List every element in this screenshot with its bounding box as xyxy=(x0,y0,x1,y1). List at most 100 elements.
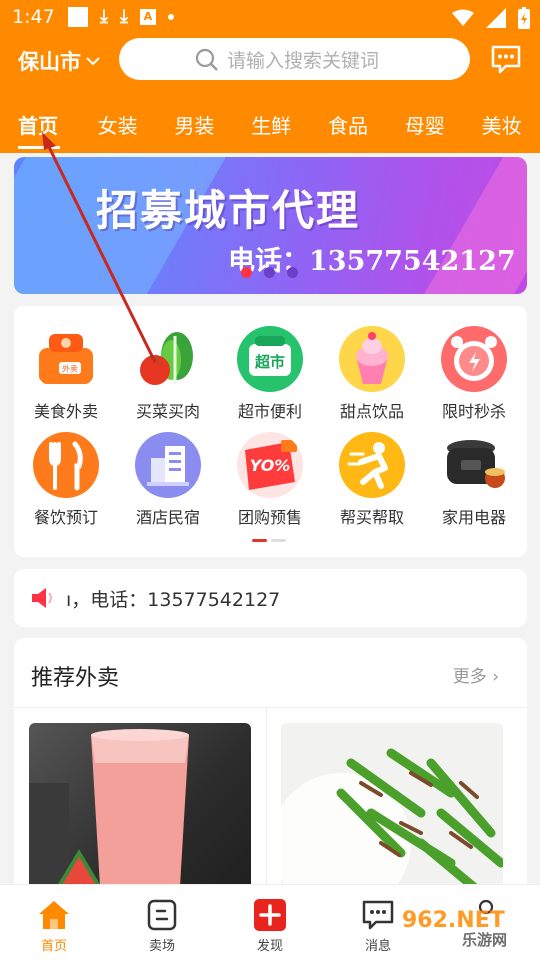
category-food-delivery[interactable]: 外卖 美食外卖 xyxy=(16,326,116,422)
takeout-box-icon: 外卖 xyxy=(33,326,99,392)
notification-square-icon xyxy=(68,7,88,27)
stir-fried-pepper-pork-image xyxy=(281,748,503,898)
nav-label: 卖场 xyxy=(148,939,175,954)
nav-home[interactable]: 首页 xyxy=(24,899,84,954)
status-icons-right xyxy=(452,7,530,29)
store-icon xyxy=(145,899,179,931)
tab-mother-baby[interactable]: 母婴 xyxy=(386,110,463,142)
plus-icon xyxy=(253,899,287,931)
category-hotel[interactable]: 酒店民宿 xyxy=(118,432,218,528)
category-label: 买菜买肉 xyxy=(135,402,200,421)
chevron-down-icon xyxy=(86,57,100,66)
notice-text: ı，电话：13577542127 xyxy=(66,588,281,611)
category-errands[interactable]: 帮买帮取 xyxy=(322,432,422,528)
notice-bar[interactable]: ı，电话：13577542127 xyxy=(14,569,527,627)
search-input[interactable]: 请输入搜索关键词 xyxy=(119,38,470,80)
category-label: 团购预售 xyxy=(237,508,302,527)
app-a-icon: A xyxy=(139,9,156,25)
banner-dot[interactable] xyxy=(264,267,275,278)
category-label: 家用电器 xyxy=(441,508,506,527)
group-buy-badge: YO% xyxy=(249,456,291,475)
status-icons-left: ⤓ ⤓ A xyxy=(68,7,174,27)
food-card-image[interactable] xyxy=(281,723,503,898)
category-desserts[interactable]: 甜点饮品 xyxy=(322,326,422,422)
rice-cooker-icon xyxy=(441,432,507,498)
section-title: 推荐外卖 xyxy=(31,666,120,691)
chevron-right-icon: › xyxy=(492,667,499,687)
wifi-icon xyxy=(452,9,474,26)
nav-store[interactable]: 卖场 xyxy=(132,899,192,954)
home-icon xyxy=(37,899,71,931)
city-selector[interactable]: 保山市 xyxy=(18,46,101,76)
watermark-logo: 962.NET 乐游网 xyxy=(402,908,507,950)
message-icon xyxy=(361,899,395,931)
nav-label: 首页 xyxy=(40,939,67,954)
category-label: 帮买帮取 xyxy=(339,508,404,527)
tab-fresh[interactable]: 生鲜 xyxy=(233,110,310,142)
category-pagination xyxy=(252,539,286,542)
download-icon-2: ⤓ xyxy=(119,6,128,27)
category-supermarket[interactable]: 超市 超市便利 xyxy=(220,326,320,422)
nav-label: 消息 xyxy=(364,939,391,954)
banner-dot[interactable] xyxy=(287,267,298,278)
divider xyxy=(266,708,267,898)
dessert-icon xyxy=(339,326,405,392)
category-label: 酒店民宿 xyxy=(135,508,200,527)
banner-dot[interactable] xyxy=(241,267,252,278)
search-icon xyxy=(195,48,218,71)
category-appliances[interactable]: 家用电器 xyxy=(424,432,524,528)
category-restaurant-booking[interactable]: 餐饮预订 xyxy=(16,432,116,528)
category-grid: 外卖 美食外卖 买菜买肉 超市 超市便利 甜点饮品 限时秒杀 餐饮预订 酒店民宿… xyxy=(14,306,527,557)
tab-beauty[interactable]: 美妆 xyxy=(463,110,540,142)
nav-label: 发现 xyxy=(256,939,283,954)
supermarket-badge: 超市 xyxy=(254,353,285,371)
download-icon: ⤓ xyxy=(100,6,108,27)
more-notifications-icon xyxy=(167,14,174,20)
status-time: 1:47 xyxy=(12,6,55,28)
runner-icon xyxy=(339,432,405,498)
more-label: 更多 xyxy=(452,667,487,687)
watermelon-juice-image xyxy=(29,729,189,898)
category-label: 甜点饮品 xyxy=(339,402,404,421)
search-placeholder: 请输入搜索关键词 xyxy=(227,49,380,72)
hotel-icon xyxy=(135,432,201,498)
category-flash-sale[interactable]: 限时秒杀 xyxy=(424,326,524,422)
food-card-image[interactable] xyxy=(29,723,251,898)
group-buy-icon: YO% xyxy=(237,432,303,498)
tab-home[interactable]: 首页 xyxy=(0,110,79,142)
category-tabs: 首页 女装 男装 生鲜 食品 母婴 美妆 xyxy=(0,110,540,142)
status-bar: 1:47 ⤓ ⤓ A xyxy=(0,0,540,36)
nav-discover[interactable]: 发现 xyxy=(240,899,300,954)
recommend-section: 推荐外卖 更多 › xyxy=(14,638,527,898)
category-label: 美食外卖 xyxy=(33,402,98,421)
alarm-clock-icon xyxy=(441,326,507,392)
fork-knife-icon xyxy=(33,432,99,498)
divider xyxy=(14,707,527,708)
nav-messages[interactable]: 消息 xyxy=(348,899,408,954)
top-header: 保山市 请输入搜索关键词 首页 女装 男装 生鲜 食品 母婴 美妆 xyxy=(0,36,540,153)
more-link[interactable]: 更多 › xyxy=(453,662,499,687)
tab-men[interactable]: 男装 xyxy=(156,110,233,142)
city-name: 保山市 xyxy=(18,50,81,74)
active-tab-indicator xyxy=(18,146,60,149)
vegetables-icon xyxy=(135,326,201,392)
tab-food[interactable]: 食品 xyxy=(310,110,387,142)
banner-title: 招募城市代理 xyxy=(96,186,361,235)
category-group-buy[interactable]: YO% 团购预售 xyxy=(220,432,320,528)
speaker-icon xyxy=(32,588,52,608)
watermark-sub: 乐游网 xyxy=(462,931,508,949)
battery-icon xyxy=(518,7,530,29)
page-dot[interactable] xyxy=(252,539,267,542)
category-groceries[interactable]: 买菜买肉 xyxy=(118,326,218,422)
category-label: 超市便利 xyxy=(237,402,302,421)
tab-women[interactable]: 女装 xyxy=(79,110,156,142)
message-icon-button[interactable] xyxy=(490,44,522,74)
signal-icon xyxy=(486,8,506,28)
banner-pagination xyxy=(241,267,298,278)
promo-banner[interactable]: 招募城市代理 电话：13577542127 xyxy=(14,157,527,294)
svg-text:外卖: 外卖 xyxy=(62,364,78,374)
category-label: 限时秒杀 xyxy=(441,402,506,421)
page-dot[interactable] xyxy=(271,539,286,542)
supermarket-icon: 超市 xyxy=(237,326,303,392)
category-label: 餐饮预订 xyxy=(33,508,98,527)
